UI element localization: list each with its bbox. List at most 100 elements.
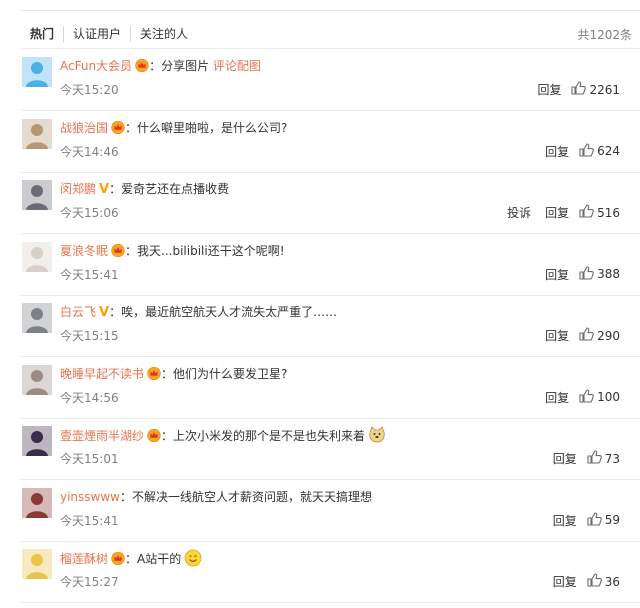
comment-timestamp: 今天15:27	[60, 575, 119, 589]
like-button[interactable]: 36	[587, 573, 620, 590]
comment-item: 晚睡早起不读书 ：他们为什么要发卫星? 今天14:56 回复 100	[20, 357, 640, 419]
tab-following[interactable]: 关注的人	[130, 26, 197, 42]
smile-emoji-icon	[184, 549, 202, 572]
comment-actions: 回复 59	[539, 511, 620, 529]
username-link[interactable]: AcFun大会员	[60, 59, 132, 73]
like-count: 100	[597, 390, 620, 404]
username-link[interactable]: 壹壶煙雨半湖纱	[60, 429, 144, 443]
comment-actions: 回复 73	[539, 450, 620, 467]
colon-separator: ：	[109, 305, 122, 319]
reply-button[interactable]: 回复	[545, 143, 569, 160]
like-button[interactable]: 2261	[571, 81, 620, 98]
reply-button[interactable]: 回复	[545, 327, 569, 344]
colon-separator: ：	[109, 182, 122, 196]
report-button[interactable]: 投诉	[507, 204, 531, 221]
thumbs-up-icon	[587, 573, 605, 590]
top-divider	[20, 10, 640, 11]
comment-text: 分享图片	[161, 59, 210, 73]
thumbs-up-icon	[579, 204, 597, 221]
colon-separator: ：	[125, 120, 138, 135]
tab-verified-users[interactable]: 认证用户	[63, 26, 130, 42]
like-button[interactable]: 290	[579, 327, 620, 344]
verified-v-icon: V	[99, 182, 110, 197]
comment-item: 夏浪冬眠 ：我天...bilibili还干这个呢啊! 今天15:41 回复 388	[20, 234, 640, 296]
username-link[interactable]: 榴莲酥树	[60, 552, 108, 566]
comment-item: 榴莲酥树 ：A站干的今天15:27 回复 36	[20, 541, 640, 603]
comment-item: 壹壶煙雨半湖纱 ：上次小米发的那个是不是也失利来着 今天15:01 回复 73	[20, 418, 640, 480]
like-count: 516	[597, 205, 620, 220]
username-link[interactable]: 白云飞	[60, 305, 96, 319]
comment-actions: 回复 36	[539, 573, 620, 590]
colon-separator: ：	[149, 59, 162, 73]
like-count: 388	[597, 267, 620, 281]
tab-hot[interactable]: 热门	[30, 26, 63, 42]
comment-timestamp: 今天15:15	[60, 329, 119, 343]
reply-button[interactable]: 回复	[537, 81, 561, 98]
avatar[interactable]	[22, 57, 52, 87]
comment-line: 闵郑鹏 V：爱奇艺还在点播收费	[60, 180, 229, 199]
reply-button[interactable]: 回复	[553, 573, 577, 590]
like-button[interactable]: 516	[579, 204, 620, 221]
thumbs-up-icon	[579, 388, 597, 406]
avatar[interactable]	[22, 180, 52, 210]
avatar[interactable]	[22, 241, 52, 272]
comment-item: AcFun大会员 ：分享图片 评论配图今天15:20 回复 2261	[20, 49, 640, 111]
comment-line: 夏浪冬眠 ：我天...bilibili还干这个呢啊!	[60, 242, 285, 262]
comment-actions: 投诉 回复 516	[493, 204, 620, 221]
comment-image-link[interactable]: 评论配图	[209, 59, 261, 73]
like-count: 36	[604, 574, 620, 589]
comment-line: yinsswww：不解决一线航空人才薪资问题，就天天搞理想	[60, 488, 372, 506]
comment-line: 晚睡早起不读书 ：他们为什么要发卫星?	[60, 365, 287, 385]
comment-timestamp: 今天15:41	[60, 513, 119, 528]
thumbs-up-icon	[579, 265, 597, 283]
comment-panel: 热门 认证用户 关注的人 共1202条 AcFun大会员 ：分享图片 评论配图 今天…	[0, 0, 640, 608]
thumbs-up-icon	[587, 450, 605, 467]
comment-text: 什么噼里啪啦，是什么公司?	[137, 120, 288, 135]
reply-button[interactable]: 回复	[545, 266, 569, 283]
like-button[interactable]: 388	[579, 265, 620, 283]
comment-text: 上次小米发的那个是不是也失利来着	[173, 429, 366, 443]
username-link[interactable]: 闵郑鹏	[60, 182, 96, 196]
colon-separator: ：	[125, 243, 138, 258]
like-button[interactable]: 73	[587, 450, 620, 467]
like-count: 59	[604, 513, 620, 527]
avatar[interactable]	[22, 487, 52, 518]
doge-emoji-icon	[368, 426, 386, 449]
comment-line: 榴莲酥树 ：A站干的	[60, 549, 202, 572]
like-button[interactable]: 624	[579, 142, 620, 160]
thumbs-up-icon	[579, 142, 597, 160]
username-link[interactable]: yinsswww	[60, 490, 120, 504]
comment-actions: 回复 624	[531, 142, 620, 160]
comment-line: AcFun大会员 ：分享图片 评论配图	[60, 57, 261, 77]
username-link[interactable]: 战狼治国	[60, 121, 108, 135]
avatar[interactable]	[22, 426, 52, 456]
comment-timestamp: 今天15:01	[60, 452, 119, 466]
colon-separator: ：	[120, 489, 133, 504]
comment-item: 白云飞 V：唉，最近航空航天人才流失太严重了…… 今天15:15 回复 290	[20, 295, 640, 357]
reply-button[interactable]: 回复	[545, 389, 569, 406]
avatar[interactable]	[22, 118, 52, 149]
comment-timestamp: 今天15:41	[60, 267, 119, 282]
username-link[interactable]: 晚睡早起不读书	[60, 367, 144, 381]
vip-crown-icon	[147, 366, 161, 385]
comment-total-count: 共1202条	[577, 28, 632, 42]
like-count: 2261	[589, 82, 620, 97]
avatar[interactable]	[22, 549, 52, 579]
comment-timestamp: 今天15:20	[60, 83, 119, 97]
reply-button[interactable]: 回复	[545, 204, 569, 221]
comment-actions: 回复 290	[531, 327, 620, 344]
like-count: 290	[597, 328, 620, 343]
comment-actions: 回复 388	[531, 265, 620, 283]
like-button[interactable]: 59	[587, 511, 620, 529]
like-button[interactable]: 100	[579, 388, 620, 406]
reply-button[interactable]: 回复	[553, 512, 577, 529]
avatar[interactable]	[22, 364, 52, 395]
thumbs-up-icon	[587, 511, 605, 529]
comment-item: 战狼治国 ：什么噼里啪啦，是什么公司? 今天14:46 回复 624	[20, 111, 640, 173]
comment-text: 爱奇艺还在点播收费	[121, 182, 230, 196]
like-count: 624	[597, 144, 620, 158]
avatar[interactable]	[22, 303, 52, 333]
username-link[interactable]: 夏浪冬眠	[60, 244, 108, 258]
thumbs-up-icon	[571, 81, 589, 98]
reply-button[interactable]: 回复	[553, 450, 577, 467]
